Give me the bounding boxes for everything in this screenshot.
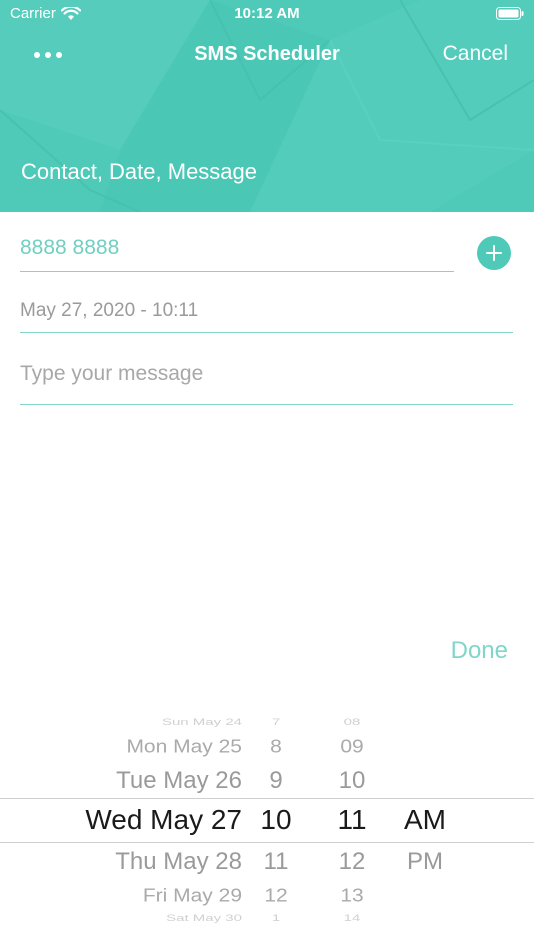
done-button[interactable]: Done [451, 637, 508, 665]
home-indicator-area [0, 930, 534, 950]
date-field[interactable]: May 27, 2020 - 10:11 [20, 300, 513, 333]
picker-ampm-option[interactable]: PM [396, 848, 454, 876]
picker-date-option[interactable]: Fri May 29 [60, 885, 242, 906]
picker-date-column[interactable]: Sun May 24 Mon May 25 Tue May 26 Wed May… [60, 708, 242, 930]
picker-hour-option[interactable]: 11 [250, 848, 302, 876]
plus-icon [486, 245, 502, 261]
date-time-picker[interactable]: Sun May 24 Mon May 25 Tue May 26 Wed May… [0, 708, 534, 930]
navigation-bar: SMS Scheduler Cancel [0, 36, 534, 76]
picker-hour-option[interactable]: 12 [250, 885, 302, 906]
picker-minute-column[interactable]: 08 09 10 11 12 13 14 [325, 708, 379, 930]
cancel-button[interactable]: Cancel [443, 42, 508, 66]
picker-minute-option[interactable]: 12 [325, 848, 379, 876]
picker-date-selected[interactable]: Wed May 27 [60, 804, 242, 836]
picker-minute-option[interactable]: 10 [325, 767, 379, 795]
picker-ampm-column[interactable]: AM PM [396, 708, 454, 930]
phone-value: 8888 8888 [20, 236, 120, 259]
picker-minute-option[interactable]: 14 [325, 913, 379, 923]
picker-hour-option[interactable]: 9 [250, 767, 302, 795]
battery-icon [496, 7, 524, 24]
status-time: 10:12 AM [234, 5, 300, 22]
picker-hour-selected[interactable]: 10 [250, 804, 302, 836]
status-bar: Carrier 10:12 AM [0, 0, 534, 28]
picker-hour-option[interactable]: 8 [250, 736, 302, 757]
date-value: May 27, 2020 - 10:11 [20, 300, 199, 321]
picker-minute-option[interactable]: 09 [325, 736, 379, 757]
phone-field[interactable]: 8888 8888 [20, 236, 454, 272]
header: Carrier 10:12 AM SMS Scheduler Cancel Co… [0, 0, 534, 212]
picker-hour-option[interactable]: 1 [250, 913, 302, 923]
picker-minute-option[interactable]: 13 [325, 885, 379, 906]
picker-date-option[interactable]: Mon May 25 [60, 736, 242, 757]
add-contact-button[interactable] [477, 236, 511, 270]
message-input[interactable] [20, 362, 513, 386]
picker-hour-column[interactable]: 7 8 9 10 11 12 1 [250, 708, 302, 930]
message-field[interactable] [20, 362, 513, 405]
picker-ampm-selected[interactable]: AM [396, 804, 454, 836]
picker-hour-option[interactable]: 7 [250, 717, 302, 727]
picker-date-option[interactable]: Sun May 24 [60, 717, 242, 727]
header-subtitle: Contact, Date, Message [21, 159, 258, 184]
picker-date-option[interactable]: Tue May 26 [60, 767, 242, 795]
picker-date-option[interactable]: Sat May 30 [60, 913, 242, 923]
picker-date-option[interactable]: Thu May 28 [60, 848, 242, 876]
picker-minute-selected[interactable]: 11 [325, 804, 379, 836]
picker-minute-option[interactable]: 08 [325, 717, 379, 727]
